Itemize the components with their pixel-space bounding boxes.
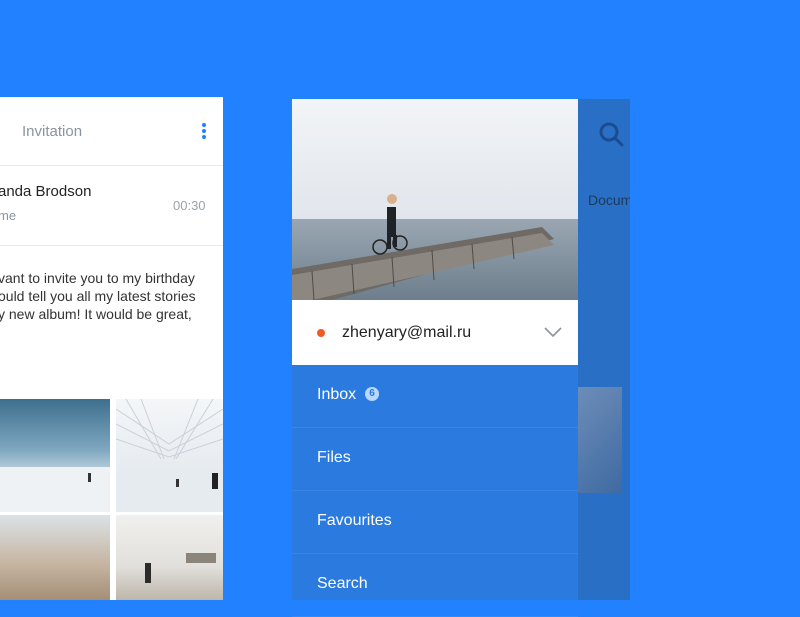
background-app-panel: Docum	[578, 99, 630, 600]
account-email: zhenyary@mail.ru	[342, 324, 472, 341]
account-selector[interactable]: zhenyary@mail.ru	[292, 300, 578, 365]
profile-cover-photo	[292, 99, 578, 300]
menu-item-files[interactable]: Files	[292, 428, 578, 491]
sender-row[interactable]: anda Brodson me 00:30	[0, 166, 223, 246]
email-body-line: vant to invite you to my birthday	[0, 270, 195, 286]
drawer-menu: Inbox 6 Files Favourites Search	[292, 365, 578, 617]
menu-item-label: Inbox	[317, 386, 357, 403]
email-body: vant to invite you to my birthday ould t…	[0, 269, 218, 323]
sender-name: anda Brodson	[0, 183, 92, 200]
recipient-label: me	[0, 208, 17, 223]
email-time: 00:30	[173, 198, 206, 213]
menu-item-label: Files	[317, 449, 351, 466]
more-vertical-icon[interactable]	[198, 121, 210, 141]
online-status-dot	[317, 329, 325, 337]
background-image	[578, 387, 622, 493]
documents-tab: Docum	[588, 192, 630, 208]
email-subject-title: Invitation	[22, 123, 83, 140]
search-icon[interactable]	[598, 121, 624, 147]
attachment-photo[interactable]	[116, 515, 223, 600]
chevron-down-icon[interactable]	[544, 326, 562, 338]
email-body-line: y new album! It would be great,	[0, 306, 192, 322]
menu-item-favourites[interactable]: Favourites	[292, 491, 578, 554]
navigation-drawer: zhenyary@mail.ru Inbox 6 Files Favourite…	[292, 99, 578, 617]
menu-item-label: Search	[317, 575, 368, 592]
email-detail-card: Invitation anda Brodson me 00:30 vant to…	[0, 97, 223, 600]
attachment-photo[interactable]	[0, 399, 110, 512]
email-body-line: ould tell you all my latest stories	[0, 288, 196, 304]
attachment-photo[interactable]	[116, 399, 223, 512]
attachment-photo[interactable]	[0, 515, 110, 600]
unread-count-badge: 6	[365, 387, 379, 401]
menu-item-search[interactable]: Search	[292, 554, 578, 617]
email-header: Invitation	[0, 97, 223, 166]
menu-item-inbox[interactable]: Inbox 6	[292, 365, 578, 428]
menu-item-label: Favourites	[317, 512, 392, 529]
